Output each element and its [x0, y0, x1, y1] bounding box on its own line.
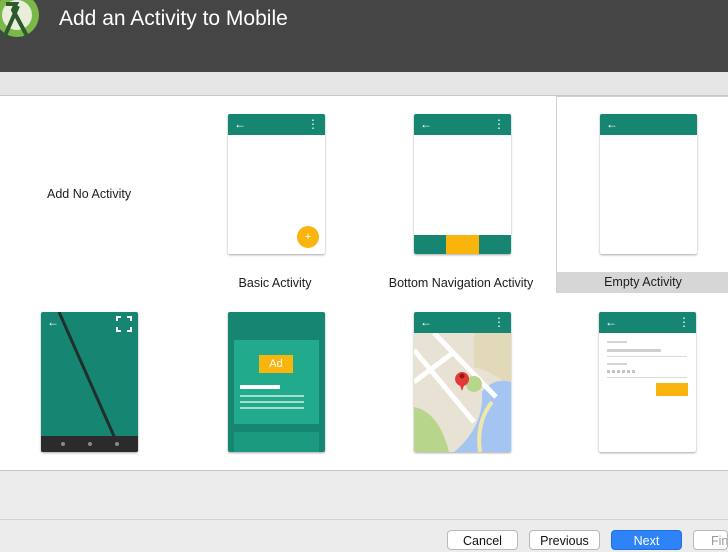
next-button[interactable]: Next [611, 530, 682, 550]
template-basic-activity[interactable]: ← ⋮ + Basic Activity [182, 96, 368, 292]
app-bar: ← ⋮ [599, 312, 696, 333]
back-arrow-icon: ← [605, 315, 617, 329]
template-preview: ← ⋮ [599, 312, 696, 452]
back-arrow-icon: ← [47, 315, 59, 329]
template-admob-activity[interactable]: Ad [182, 294, 368, 470]
template-label: Empty Activity [557, 272, 728, 293]
app-bar: ← ⋮ [414, 114, 511, 135]
template-label: Basic Activity [238, 276, 312, 290]
app-bar: ← ⋮ [228, 114, 325, 135]
header-separator-band [0, 72, 728, 95]
template-preview: ← ⋮ [414, 114, 511, 254]
map-preview-icon [414, 331, 511, 452]
finish-button[interactable]: Finish [693, 530, 728, 550]
back-arrow-icon: ← [234, 117, 246, 131]
ad-card: Ad [234, 340, 319, 424]
previous-button[interactable]: Previous [529, 530, 600, 550]
template-preview: ← [600, 114, 697, 254]
template-login-activity[interactable]: ← ⋮ [556, 294, 728, 470]
template-label: Bottom Navigation Activity [388, 276, 534, 290]
activity-template-gallery: Add No Activity ← ⋮ + Basic Activity ← ⋮… [0, 95, 728, 471]
back-arrow-icon: ← [420, 315, 432, 329]
dialog-header: Add an Activity to Mobile [0, 0, 728, 72]
page-title: Add an Activity to Mobile [59, 7, 288, 30]
template-preview: ← ⋮ + [228, 114, 325, 254]
cancel-button[interactable]: Cancel [447, 530, 518, 550]
back-arrow-icon: ← [420, 117, 432, 131]
fullscreen-toggle-icon [116, 316, 132, 332]
android-studio-logo-icon [0, 0, 39, 39]
dialog-footer: Cancel Previous Next Finish [0, 519, 728, 552]
template-label: Add No Activity [47, 187, 132, 201]
template-preview: ← ⋮ [414, 312, 511, 452]
overflow-menu-icon: ⋮ [307, 117, 319, 131]
template-bottom-navigation-activity[interactable]: ← ⋮ Bottom Navigation Activity [368, 96, 554, 292]
overflow-menu-icon: ⋮ [493, 117, 505, 131]
navigation-bar [41, 436, 138, 452]
template-google-maps-activity[interactable]: ← ⋮ [368, 294, 554, 470]
template-add-no-activity[interactable]: Add No Activity [0, 96, 182, 292]
ad-badge: Ad [259, 355, 293, 373]
sign-in-button-preview [656, 383, 688, 396]
template-empty-activity[interactable]: ← Empty Activity [556, 96, 728, 293]
bottom-navigation-bar [414, 235, 511, 254]
fullscreen-diagonal-icon [57, 312, 123, 452]
overflow-menu-icon: ⋮ [493, 315, 505, 329]
app-bar: ← ⋮ [414, 312, 511, 333]
app-bar: ← [600, 114, 697, 135]
template-preview: ← [41, 312, 138, 452]
template-fullscreen-activity[interactable]: ← [0, 294, 186, 470]
fab-icon: + [297, 226, 319, 248]
back-arrow-icon: ← [606, 117, 618, 131]
template-preview: Ad [228, 312, 325, 452]
overflow-menu-icon: ⋮ [678, 315, 690, 329]
